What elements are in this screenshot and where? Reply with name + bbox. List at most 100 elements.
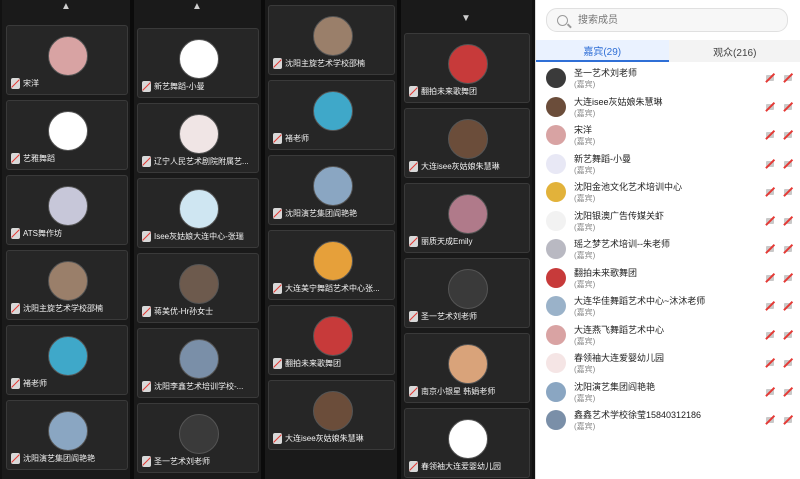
mic-muted-icon <box>273 58 282 69</box>
search-box[interactable] <box>546 8 788 32</box>
scroll-down-arrow-icon[interactable]: ▼ <box>400 12 532 26</box>
participant-video-tile[interactable]: 褚老师 <box>268 80 395 150</box>
participant-label: 沈阳演艺集团阎艳艳 <box>273 207 392 220</box>
avatar <box>448 419 488 459</box>
camera-off-icon[interactable] <box>783 158 793 169</box>
avatar <box>546 296 566 316</box>
member-row[interactable]: 圣一艺术刘老师 (嘉宾) <box>536 64 800 93</box>
member-name: 瑶之梦艺术培训--朱老师 <box>574 239 670 249</box>
camera-off-icon[interactable] <box>783 129 793 140</box>
video-column: ▲ 宋洋艺雅舞蹈 ATS舞作坊沈阳主旋艺术学校邵楠褚老师沈阳演艺集团阎艳艳 <box>2 0 130 479</box>
member-row[interactable]: 鑫鑫艺术学校徐莹15840312186 (嘉宾) <box>536 406 800 435</box>
camera-off-icon[interactable] <box>783 272 793 283</box>
mic-muted-icon[interactable] <box>765 101 775 112</box>
avatar <box>312 316 353 356</box>
participant-video-tile[interactable]: 大连美宁舞蹈艺术中心张... <box>268 230 395 300</box>
mic-muted-icon[interactable] <box>765 414 775 425</box>
avatar <box>179 114 219 154</box>
member-role: (嘉宾) <box>574 365 596 374</box>
member-row[interactable]: 大连华佳舞蹈艺术中心~沐沐老师 (嘉宾) <box>536 292 800 321</box>
member-row[interactable]: 宋洋 (嘉宾) <box>536 121 800 150</box>
camera-off-icon[interactable] <box>783 215 793 226</box>
participant-video-tile[interactable]: Isee灰姑娘大连中心-张瑞 <box>137 178 259 248</box>
participant-label: 宋洋 <box>11 77 125 90</box>
member-row[interactable]: 新艺舞蹈-小曼 (嘉宾) <box>536 150 800 179</box>
camera-off-icon[interactable] <box>783 357 793 368</box>
mic-muted-icon[interactable] <box>765 357 775 368</box>
search-input[interactable] <box>576 13 770 27</box>
participant-video-tile[interactable]: 南京小银星 韩娟老师 <box>404 333 530 403</box>
participant-video-tile[interactable]: 翻拍未来歌舞团 <box>404 33 530 103</box>
participant-video-tile[interactable]: 圣一艺术刘老师 <box>137 403 259 473</box>
avatar <box>179 264 219 304</box>
participant-label: 褚老师 <box>11 377 125 390</box>
mic-muted-icon[interactable] <box>765 329 775 340</box>
participant-video-tile[interactable]: ATS舞作坊 <box>6 175 128 245</box>
camera-off-icon[interactable] <box>783 72 793 83</box>
participant-video-tile[interactable]: 沈阳演艺集团阎艳艳 <box>6 400 128 470</box>
participant-video-tile[interactable]: 沈阳演艺集团阎艳艳 <box>268 155 395 225</box>
participant-video-tile[interactable]: 蒋美优-Hr孙女士 <box>137 253 259 323</box>
camera-off-icon[interactable] <box>783 386 793 397</box>
participant-label: ATS舞作坊 <box>11 227 125 240</box>
mic-muted-icon[interactable] <box>765 129 775 140</box>
member-row[interactable]: 瑶之梦艺术培训--朱老师 (嘉宾) <box>536 235 800 264</box>
member-role: (嘉宾) <box>574 222 596 232</box>
participant-name: 春领袖大连爱婴幼儿园 <box>421 462 501 471</box>
participant-video-tile[interactable]: 沈阳主旋艺术学校邵楠 <box>268 5 395 75</box>
member-name: 翻拍未来歌舞团 <box>574 267 638 278</box>
scroll-up-arrow-icon[interactable]: ▲ <box>133 0 261 14</box>
camera-off-icon[interactable] <box>783 186 793 197</box>
participant-video-tile[interactable]: 褚老师 <box>6 325 128 395</box>
member-row[interactable]: 沈阳金池文化艺术培训中心 (嘉宾) <box>536 178 800 207</box>
camera-off-icon[interactable] <box>783 329 793 340</box>
participant-label: 褚老师 <box>273 132 392 145</box>
participant-video-tile[interactable]: 宋洋 <box>6 25 128 95</box>
member-role: (嘉宾) <box>574 422 596 431</box>
participant-video-tile[interactable]: 翻拍未来歌舞团 <box>268 305 395 375</box>
participant-name: 艺雅舞蹈 <box>23 154 55 163</box>
tab-guests[interactable]: 嘉宾(29) <box>536 40 669 62</box>
member-role: (嘉宾) <box>574 251 596 260</box>
participant-label: 翻拍未来歌舞团 <box>273 357 392 370</box>
mic-muted-icon[interactable] <box>765 158 775 169</box>
member-role: (嘉宾) <box>574 165 596 175</box>
avatar <box>48 261 88 301</box>
member-row[interactable]: 大连燕飞舞蹈艺术中心 (嘉宾) <box>536 321 800 350</box>
member-row[interactable]: 春领袖大连爱婴幼儿园 (嘉宾) <box>536 349 800 378</box>
participant-video-tile[interactable]: 丽质天成Emily <box>404 183 530 253</box>
avatar <box>312 241 353 281</box>
participant-video-tile[interactable]: 沈阳主旋艺术学校邵楠 <box>6 250 128 320</box>
mic-muted-icon[interactable] <box>765 386 775 397</box>
avatar <box>179 39 219 79</box>
mic-muted-icon[interactable] <box>765 186 775 197</box>
mic-muted-icon[interactable] <box>765 300 775 311</box>
mic-muted-icon[interactable] <box>765 272 775 283</box>
scroll-up-arrow-icon[interactable]: ▲ <box>2 0 130 14</box>
participant-video-tile[interactable]: 大连isee灰姑娘朱慧琳 <box>268 380 395 450</box>
participant-video-tile[interactable]: 新艺舞蹈-小曼 <box>137 28 259 98</box>
participant-video-tile[interactable]: 沈阳李鑫艺术培训学校-... <box>137 328 259 398</box>
camera-off-icon[interactable] <box>783 414 793 425</box>
camera-off-icon[interactable] <box>783 243 793 254</box>
member-row[interactable]: 沈阳银澳广告传媒关虾 (嘉宾) <box>536 207 800 236</box>
mic-muted-icon <box>273 433 282 444</box>
member-row[interactable]: 翻拍未来歌舞团 (嘉宾) <box>536 264 800 293</box>
participant-video-tile[interactable]: 圣一艺术刘老师 <box>404 258 530 328</box>
tab-audience[interactable]: 观众(216) <box>668 40 800 62</box>
participant-name: 大连美宁舞蹈艺术中心张... <box>285 284 380 293</box>
mic-muted-icon[interactable] <box>765 215 775 226</box>
member-row[interactable]: 大连isee灰姑娘朱慧琳 (嘉宾) <box>536 93 800 122</box>
mic-muted-icon[interactable] <box>765 72 775 83</box>
member-role: (嘉宾) <box>574 137 596 146</box>
member-list: 圣一艺术刘老师 (嘉宾) 大连isee灰姑娘朱慧琳 (嘉宾) 宋洋 (嘉宾) 新艺舞蹈-小曼… <box>536 64 800 435</box>
participant-video-tile[interactable]: 辽宁人民艺术剧院附属艺... <box>137 103 259 173</box>
participant-name: 蒋美优-Hr孙女士 <box>154 307 214 316</box>
member-row[interactable]: 沈阳演艺集团阎艳艳 (嘉宾) <box>536 378 800 407</box>
camera-off-icon[interactable] <box>783 101 793 112</box>
camera-off-icon[interactable] <box>783 300 793 311</box>
participant-video-tile[interactable]: 大连isee灰姑娘朱慧琳 <box>404 108 530 178</box>
participant-video-tile[interactable]: 艺雅舞蹈 <box>6 100 128 170</box>
mic-muted-icon[interactable] <box>765 243 775 254</box>
participant-video-tile[interactable]: 春领袖大连爱婴幼儿园 <box>404 408 530 478</box>
